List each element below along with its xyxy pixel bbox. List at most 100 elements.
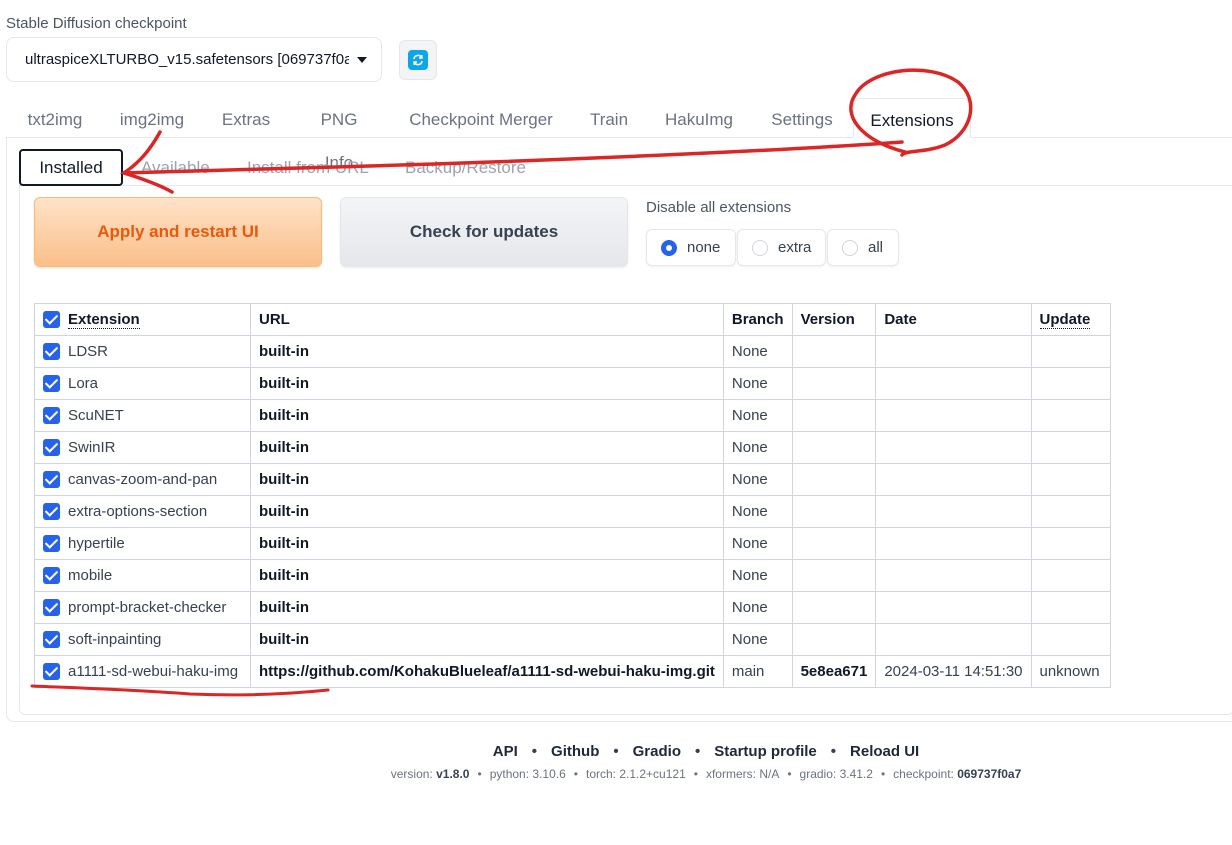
footer-link-github[interactable]: Github <box>551 743 599 760</box>
python-value: 3.10.6 <box>532 767 566 781</box>
extension-enabled-checkbox[interactable] <box>43 535 60 553</box>
gradio-key: gradio: <box>799 767 837 781</box>
tab-png-info[interactable]: PNG Info <box>305 98 373 172</box>
extension-url: built-in <box>250 591 724 624</box>
refresh-checkpoints-button[interactable] <box>399 40 437 80</box>
extension-name-cell: ScuNET <box>34 399 251 432</box>
extension-name: a1111-sd-webui-haku-img <box>68 662 239 680</box>
tab-settings[interactable]: Settings <box>770 98 834 137</box>
extension-update <box>1030 399 1111 432</box>
tab-txt2img[interactable]: txt2img <box>24 98 86 137</box>
table-header-row: Extension URL Branch Version Date Update <box>34 303 1111 336</box>
extension-branch: None <box>722 559 793 592</box>
extension-enabled-checkbox[interactable] <box>43 599 60 617</box>
footer-link-reload-ui[interactable]: Reload UI <box>850 743 919 760</box>
extension-enabled-checkbox[interactable] <box>43 567 60 585</box>
gradio-value: 3.41.2 <box>839 767 873 781</box>
footer-link-startup-profile[interactable]: Startup profile <box>714 743 817 760</box>
extension-name-cell: prompt-bracket-checker <box>34 591 251 624</box>
tab-installed[interactable]: Installed <box>19 149 123 186</box>
tab-img2img[interactable]: img2img <box>118 98 186 137</box>
table-row: mobile built-in None <box>34 559 1111 592</box>
extension-url: built-in <box>250 623 724 656</box>
extension-date <box>875 527 1032 560</box>
table-row: ScuNET built-in None <box>34 399 1111 432</box>
version-value: v1.8.0 <box>436 767 470 781</box>
check-updates-button[interactable]: Check for updates <box>340 197 628 267</box>
extension-update <box>1030 495 1111 528</box>
extension-enabled-checkbox[interactable] <box>43 375 60 393</box>
extension-name-cell: canvas-zoom-and-pan <box>34 463 251 496</box>
extension-name-cell: Lora <box>34 367 251 400</box>
extension-subtabs: Installed Available Install from URL Bac… <box>19 149 1232 186</box>
extension-enabled-checkbox[interactable] <box>43 439 60 457</box>
chevron-down-icon <box>357 56 367 63</box>
xformers-key: xformers: <box>705 767 756 781</box>
extension-version <box>791 623 877 656</box>
extension-name-cell: a1111-sd-webui-haku-img <box>34 655 251 688</box>
extension-enabled-checkbox[interactable] <box>43 503 60 521</box>
torch-key: torch: <box>585 767 616 781</box>
header-extension-label: Extension <box>68 310 140 329</box>
extension-name: ScuNET <box>68 406 124 424</box>
torch-value: 2.1.2+cu121 <box>619 767 686 781</box>
extension-name: SwinIR <box>68 438 116 456</box>
python-key: python: <box>489 767 530 781</box>
table-row: Lora built-in None <box>34 367 1111 400</box>
extension-update <box>1030 463 1111 496</box>
extension-name: soft-inpainting <box>68 630 162 648</box>
radio-all-label: all <box>868 239 884 256</box>
radio-all[interactable]: all <box>827 229 899 266</box>
radio-unchecked-icon <box>842 239 858 256</box>
checkpoint-hash: 069737f0a7 <box>957 767 1022 781</box>
extension-date <box>875 463 1032 496</box>
main-tabs: txt2img img2img Extras PNG Info Checkpoi… <box>6 98 1232 172</box>
extension-version <box>791 463 877 496</box>
extension-name-cell: mobile <box>34 559 251 592</box>
extension-update <box>1030 623 1111 656</box>
extension-enabled-checkbox[interactable] <box>43 663 60 681</box>
extension-name: mobile <box>68 566 113 584</box>
extension-enabled-checkbox[interactable] <box>43 471 60 489</box>
extension-url: built-in <box>250 527 724 560</box>
table-row: canvas-zoom-and-pan built-in None <box>34 463 1111 496</box>
tab-checkpoint-merger[interactable]: Checkpoint Merger <box>409 98 553 137</box>
tab-hakuimg[interactable]: HakuImg <box>664 98 734 137</box>
extension-name: canvas-zoom-and-pan <box>68 470 218 488</box>
tab-available[interactable]: Available <box>141 149 210 185</box>
extension-update <box>1030 527 1111 560</box>
extension-enabled-checkbox[interactable] <box>43 343 60 361</box>
table-row: prompt-bracket-checker built-in None <box>34 591 1111 624</box>
checkpoint-dropdown[interactable]: ultraspiceXLTURBO_v15.safetensors [06973… <box>6 37 382 82</box>
radio-extra[interactable]: extra <box>737 229 826 266</box>
extension-date <box>875 367 1032 400</box>
extension-date <box>875 591 1032 624</box>
extension-date <box>875 623 1032 656</box>
extension-date <box>875 495 1032 528</box>
footer-link-gradio[interactable]: Gradio <box>633 743 681 760</box>
tab-install-from-url[interactable]: Install from URL <box>247 149 369 185</box>
extension-update <box>1030 367 1111 400</box>
extension-url[interactable]: https://github.com/KohakuBlueleaf/a1111-… <box>250 655 724 688</box>
extension-url: built-in <box>250 495 724 528</box>
tab-extensions[interactable]: Extensions <box>853 98 971 138</box>
extension-name-cell: LDSR <box>34 335 251 368</box>
footer-link-api[interactable]: API <box>493 743 518 760</box>
apply-restart-button[interactable]: Apply and restart UI <box>34 197 322 267</box>
select-all-checkbox[interactable] <box>43 311 60 329</box>
tab-backup-restore[interactable]: Backup/Restore <box>405 149 526 185</box>
extension-name: Lora <box>68 374 99 392</box>
radio-none[interactable]: none <box>646 229 736 266</box>
tab-train[interactable]: Train <box>588 98 630 137</box>
extension-version[interactable]: 5e8ea671 <box>791 655 877 688</box>
extension-branch: main <box>722 655 793 688</box>
tab-extras[interactable]: Extras <box>221 98 271 137</box>
version-key: version: <box>390 767 433 781</box>
extension-enabled-checkbox[interactable] <box>43 407 60 425</box>
radio-extra-label: extra <box>778 239 812 256</box>
disable-all-label: Disable all extensions <box>646 199 792 216</box>
extension-date <box>875 431 1032 464</box>
extension-update <box>1030 335 1111 368</box>
extension-enabled-checkbox[interactable] <box>43 631 60 649</box>
extension-date: 2024-03-11 14:51:30 <box>875 655 1032 688</box>
